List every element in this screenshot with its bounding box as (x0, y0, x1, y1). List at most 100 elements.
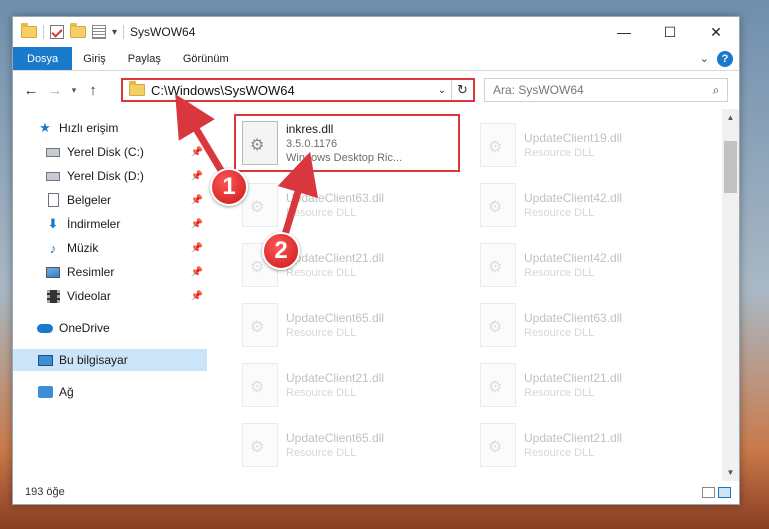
navigation-pane: ★ Hızlı erişim Yerel Disk (C:) 📌 Yerel D… (13, 109, 207, 469)
pin-icon[interactable]: 📌 (191, 195, 203, 206)
scroll-up-icon[interactable]: ▲ (722, 113, 739, 122)
folder-icon (129, 81, 145, 96)
file-list: inkres.dll 3.5.0.1176 Windows Desktop Ri… (218, 109, 724, 469)
tab-share[interactable]: Paylaş (117, 47, 172, 70)
status-bar: 193 öğe (13, 480, 739, 504)
pin-icon[interactable]: 📌 (191, 267, 203, 278)
file-tile[interactable]: UpdateClient21.dll Resource DLL (236, 359, 466, 411)
help-icon[interactable]: ? (717, 50, 733, 67)
address-bar[interactable]: C:\Windows\SysWOW64 ⌄ ↻ (121, 78, 475, 102)
tab-home[interactable]: Giriş (72, 47, 117, 70)
properties-check-icon[interactable] (50, 25, 64, 39)
address-path[interactable]: C:\Windows\SysWOW64 (151, 83, 433, 98)
quick-access-toolbar: ▾ (13, 23, 125, 39)
file-tile-inkres[interactable]: inkres.dll 3.5.0.1176 Windows Desktop Ri… (234, 114, 460, 172)
item-count: 193 öğe (25, 486, 65, 498)
search-input[interactable]: Ara: SysWOW64 (493, 83, 705, 97)
sidebar-item-downloads[interactable]: ⬇ İndirmeler 📌 (13, 213, 207, 235)
search-box[interactable]: Ara: SysWOW64 ⌕ (484, 78, 728, 102)
pin-icon[interactable]: 📌 (191, 147, 203, 158)
dll-file-icon (480, 243, 516, 287)
forward-button[interactable]: → (43, 82, 67, 99)
file-tile[interactable]: UpdateClient63.dll Resource DLL (474, 299, 704, 351)
sidebar-item-label: OneDrive (59, 321, 110, 335)
expand-ribbon-icon[interactable]: ⌄ (700, 52, 709, 65)
file-type: Resource DLL (524, 327, 595, 339)
dll-file-icon (242, 363, 278, 407)
refresh-button[interactable]: ↻ (451, 80, 473, 100)
dll-file-icon (480, 363, 516, 407)
ribbon-right: ⌄ ? (700, 47, 739, 70)
sidebar-item-music[interactable]: ♪ Müzik 📌 (13, 237, 207, 259)
sidebar-item-onedrive[interactable]: OneDrive (13, 317, 207, 339)
file-description: Windows Desktop Ric... (286, 152, 403, 164)
sidebar-item-network[interactable]: Ağ (13, 381, 207, 403)
file-name: UpdateClient42.dll (524, 251, 623, 265)
vertical-scrollbar[interactable]: ▲ ▼ (722, 109, 739, 481)
file-tile[interactable]: UpdateClient21.dll Resource DLL (474, 419, 704, 469)
address-dropdown-icon[interactable]: ⌄ (433, 85, 451, 96)
sidebar-item-label: Bu bilgisayar (59, 353, 128, 367)
recent-locations-button[interactable]: ▾ (67, 85, 81, 96)
sidebar-item-label: İndirmeler (67, 217, 121, 231)
sidebar-item-label: Videolar (67, 289, 111, 303)
file-name: UpdateClient63.dll (524, 311, 623, 325)
download-icon: ⬇ (47, 216, 59, 231)
network-icon (37, 384, 53, 400)
file-name: UpdateClient21.dll (286, 251, 385, 265)
computer-icon (37, 352, 53, 368)
sidebar-item-local-disk-d[interactable]: Yerel Disk (D:) 📌 (13, 165, 207, 187)
file-type: Resource DLL (286, 207, 357, 219)
file-version: 3.5.0.1176 (286, 138, 338, 150)
file-tile[interactable]: UpdateClient42.dll Resource DLL (474, 239, 704, 291)
file-tile[interactable]: UpdateClient42.dll Resource DLL (474, 179, 704, 231)
close-button[interactable]: ✕ (693, 17, 739, 47)
scrollbar-thumb[interactable] (724, 141, 737, 193)
tab-file[interactable]: Dosya (13, 47, 73, 70)
dll-file-icon (242, 423, 278, 467)
customize-toolbar-icon[interactable]: ▾ (112, 27, 117, 38)
pin-icon[interactable]: 📌 (191, 243, 203, 254)
pictures-icon (45, 264, 61, 280)
sidebar-item-local-disk-c[interactable]: Yerel Disk (C:) 📌 (13, 141, 207, 163)
pin-icon[interactable]: 📌 (191, 291, 203, 302)
file-tile[interactable]: UpdateClient65.dll Resource DLL (236, 419, 466, 469)
sidebar-item-label: Hızlı erişim (59, 121, 119, 135)
details-view-icon[interactable] (702, 486, 715, 498)
back-button[interactable]: ← (19, 82, 43, 99)
file-name: UpdateClient21.dll (286, 371, 385, 385)
drive-icon (45, 144, 61, 160)
scroll-down-icon[interactable]: ▼ (722, 468, 739, 477)
dll-file-icon (242, 121, 278, 165)
sidebar-item-label: Yerel Disk (C:) (67, 145, 144, 159)
file-tile[interactable]: UpdateClient65.dll Resource DLL (236, 299, 466, 351)
file-tile[interactable]: UpdateClient19.dll Resource DLL (474, 119, 704, 171)
file-type: Resource DLL (286, 267, 357, 279)
document-icon (45, 192, 61, 208)
new-folder-icon[interactable] (70, 23, 86, 38)
folder-icon (21, 23, 37, 38)
pin-icon[interactable]: 📌 (191, 219, 203, 230)
pin-icon[interactable]: 📌 (191, 171, 203, 182)
up-button[interactable]: ↑ (81, 82, 105, 99)
sidebar-item-quick-access[interactable]: ★ Hızlı erişim (13, 117, 207, 139)
file-name: UpdateClient21.dll (524, 371, 623, 385)
properties-icon[interactable] (92, 25, 106, 39)
ribbon-tabs: Dosya Giriş Paylaş Görünüm ⌄ ? (13, 47, 739, 71)
file-name: UpdateClient65.dll (286, 311, 385, 325)
sidebar-item-documents[interactable]: Belgeler 📌 (13, 189, 207, 211)
tiles-view-icon[interactable] (718, 486, 731, 498)
minimize-button[interactable]: — (601, 17, 647, 47)
sidebar-item-pictures[interactable]: Resimler 📌 (13, 261, 207, 283)
sidebar-item-videos[interactable]: Videolar 📌 (13, 285, 207, 307)
explorer-window: ▾ SysWOW64 — ☐ ✕ Dosya Giriş Paylaş Görü… (12, 16, 740, 505)
maximize-button[interactable]: ☐ (647, 17, 693, 47)
sidebar-item-this-pc[interactable]: Bu bilgisayar (13, 349, 207, 371)
file-tile[interactable]: UpdateClient63.dll Resource DLL (236, 179, 466, 231)
cloud-icon (37, 320, 53, 336)
step-2-badge: 2 (262, 232, 300, 270)
file-tile[interactable]: UpdateClient21.dll Resource DLL (474, 359, 704, 411)
tab-view[interactable]: Görünüm (172, 47, 240, 70)
window-controls: — ☐ ✕ (601, 17, 739, 47)
step-1-badge: 1 (210, 168, 248, 206)
